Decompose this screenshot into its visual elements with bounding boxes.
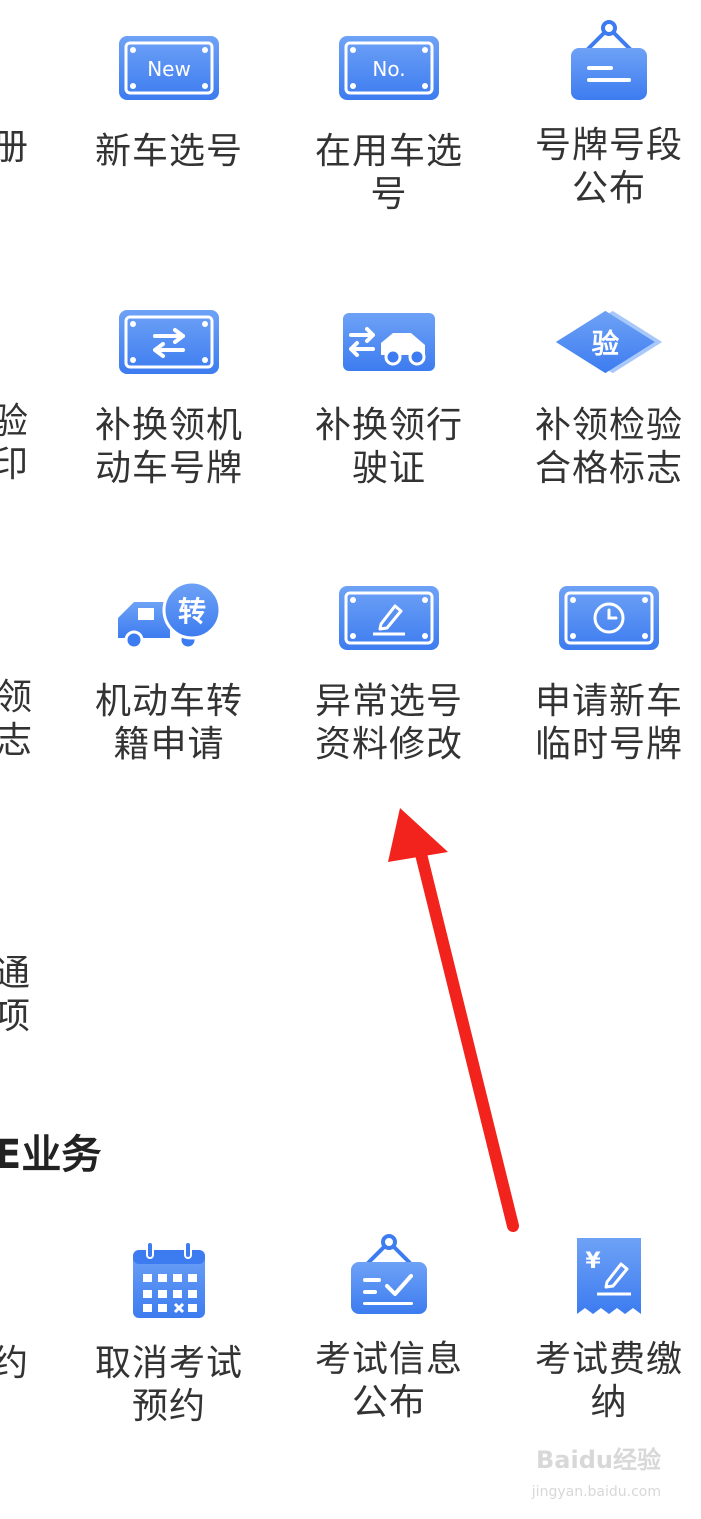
watermark-url: jingyan.baidu.com [531,1484,661,1500]
watermark-logo: Baidu经验 [536,1446,661,1474]
red-arrow-annotation [388,808,519,1232]
